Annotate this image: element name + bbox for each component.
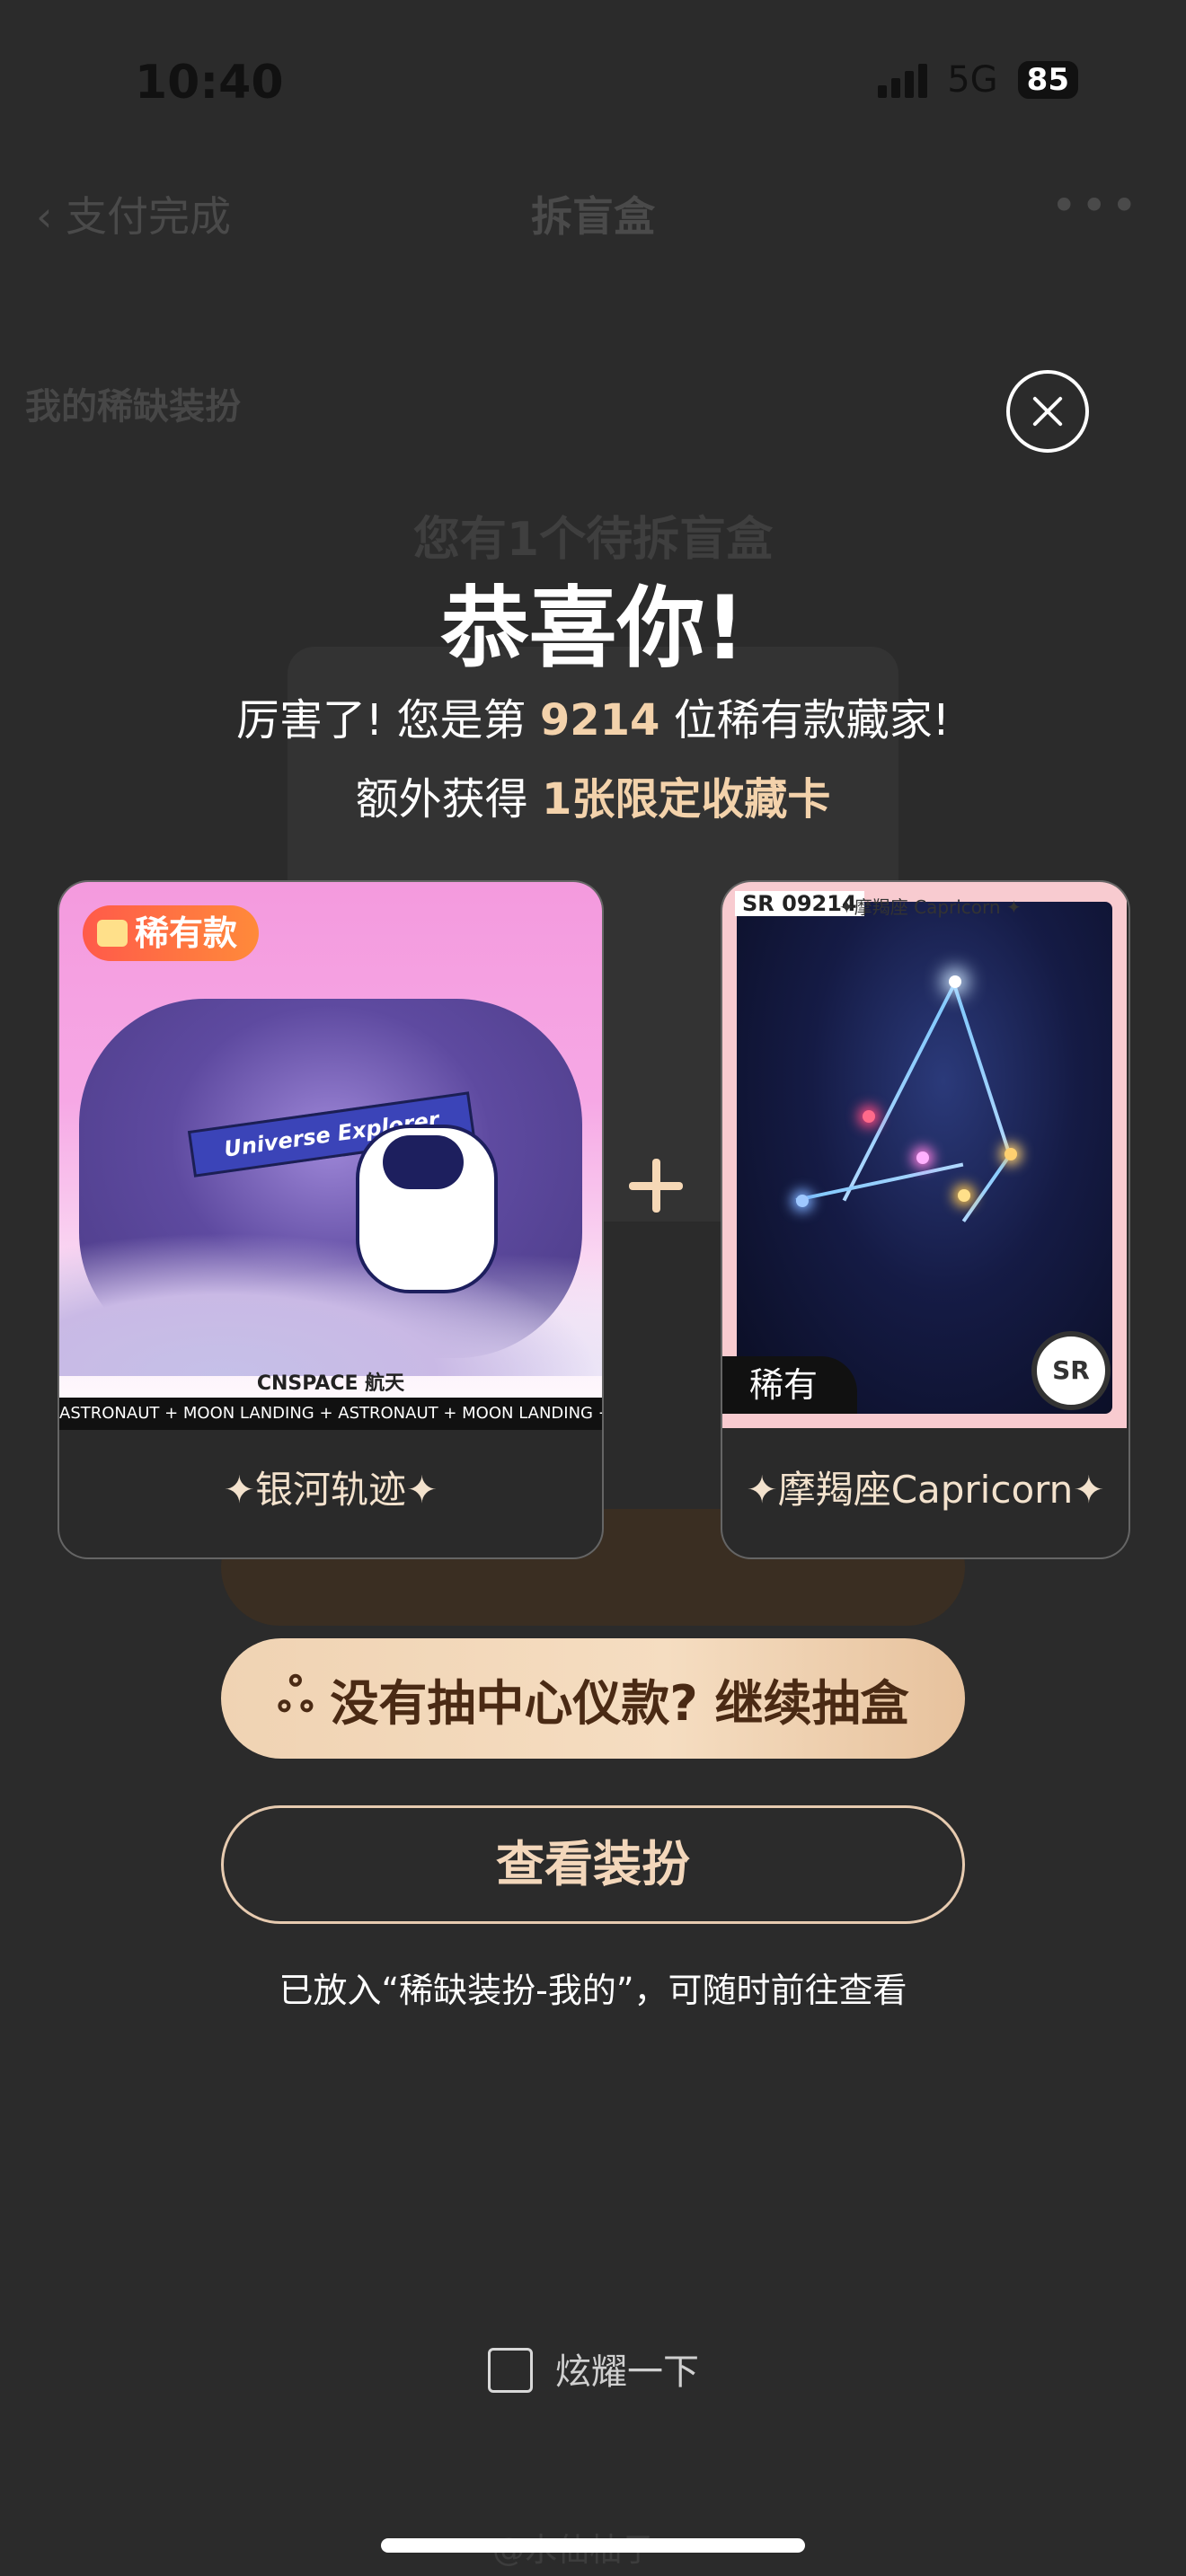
collection-card[interactable]: SR 09214 ✦摩羯座 Capricorn ✦ 稀有 SR ✦摩羯座Capr… <box>721 880 1130 1559</box>
brand-logo: CNSPACE 航天 <box>256 1372 405 1395</box>
continue-draw-label: 没有抽中心仪款? 继续抽盒 <box>330 1674 909 1732</box>
bonus-pre: 额外获得 <box>355 774 528 825</box>
card-artwork: Universe Explorer 稀有款 CNSPACE 航天 ASTRONA… <box>59 882 602 1430</box>
decoration-card[interactable]: Universe Explorer 稀有款 CNSPACE 航天 ASTRONA… <box>58 880 604 1559</box>
rank-line: 厉害了! 您是第 9214 位稀有款藏家! <box>0 684 1186 747</box>
rare-badge-label: 稀有款 <box>135 913 238 953</box>
constellation-line <box>961 1153 1012 1222</box>
home-indicator[interactable] <box>381 2538 805 2553</box>
star <box>916 1151 929 1164</box>
knot-icon: ஃ <box>277 1668 314 1723</box>
star <box>958 1189 970 1202</box>
constellation-line <box>795 1162 964 1202</box>
star <box>949 975 961 988</box>
star <box>1005 1148 1017 1160</box>
cloud <box>59 1232 602 1376</box>
continue-draw-button[interactable]: ஃ 没有抽中心仪款? 继续抽盒 <box>221 1638 965 1759</box>
bonus-highlight: 1张限定收藏卡 <box>541 774 831 825</box>
crown-icon <box>97 920 128 947</box>
status-icons: 5G 85 <box>878 59 1078 101</box>
status-time: 10:40 <box>135 56 284 110</box>
signal-icon <box>878 62 928 98</box>
battery-icon: 85 <box>1017 61 1078 99</box>
rank-pre: 厉害了! 您是第 <box>236 695 527 745</box>
modal-title: 恭喜你! <box>440 578 746 680</box>
rank-post: 位稀有款藏家! <box>673 695 950 745</box>
card-name: ✦摩羯座Capricorn✦ <box>746 1468 1105 1512</box>
rank-number: 9214 <box>539 695 660 745</box>
star <box>796 1195 809 1207</box>
rare-badge: 稀有款 <box>83 905 260 961</box>
show-off-checkbox[interactable] <box>488 2348 533 2393</box>
close-icon[interactable] <box>1006 370 1089 453</box>
section-label: 我的稀缺装扮 <box>25 386 241 428</box>
storage-note: 已放入“稀缺装扮-我的”，可随时前往查看 <box>279 1971 907 2010</box>
sr-badge: SR <box>1031 1331 1111 1410</box>
network-type: 5G <box>947 59 998 101</box>
show-off-label[interactable]: 炫耀一下 <box>555 2342 699 2395</box>
page-title: 拆盲盒 <box>531 192 655 241</box>
view-decoration-button[interactable]: 查看装扮 <box>221 1805 965 1924</box>
card-header: ✦摩羯座 Capricorn ✦ <box>839 896 1022 918</box>
card-artwork: SR 09214 ✦摩羯座 Capricorn ✦ 稀有 SR <box>722 882 1127 1428</box>
rarity-badge: 稀有 <box>722 1356 857 1414</box>
more-icon[interactable]: ••• <box>1051 180 1141 232</box>
constellation-line <box>952 984 1012 1156</box>
astronaut-visor <box>383 1135 464 1189</box>
star <box>863 1110 875 1123</box>
card-name: ✦银河轨迹✦ <box>223 1468 438 1512</box>
plus-icon <box>629 1159 683 1213</box>
bonus-line: 额外获得 1张限定收藏卡 <box>0 763 1186 826</box>
